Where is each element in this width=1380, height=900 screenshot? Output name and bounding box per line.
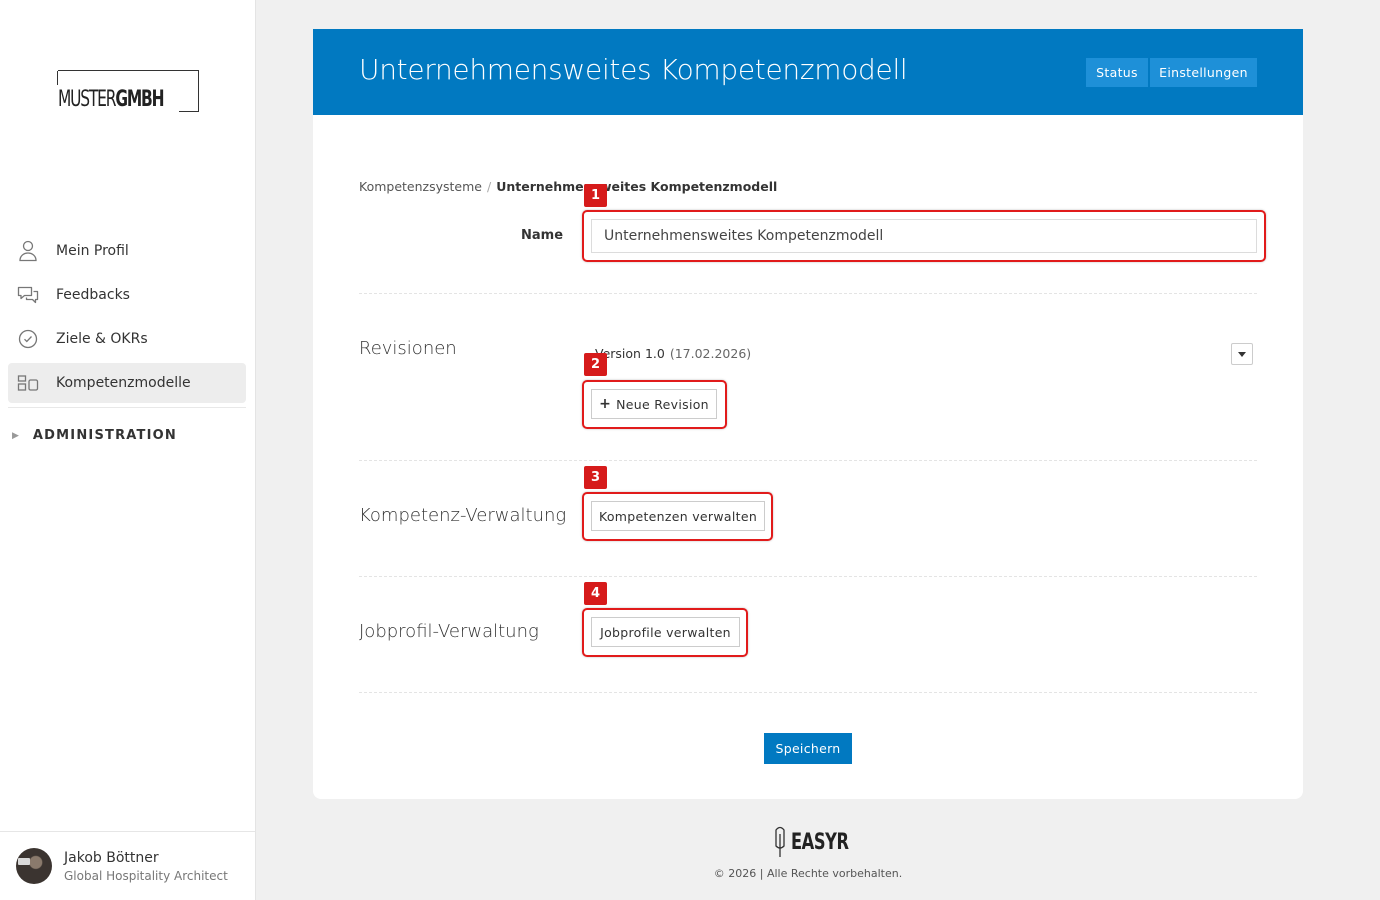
sidebar-item-label: Mein Profil: [56, 243, 129, 259]
breadcrumb-current: Unternehmensweites Kompetenzmodell: [496, 179, 778, 194]
callout-badge-4: 4: [584, 582, 607, 605]
version-info: Version 1.0 (17.02.2026): [595, 346, 751, 361]
company-logo[interactable]: MUSTERGMBH: [57, 70, 199, 112]
sidebar-divider: [8, 407, 246, 408]
version-date: (17.02.2026): [669, 346, 752, 361]
breadcrumb-link-kompetenzsysteme[interactable]: Kompetenzsysteme: [359, 179, 482, 194]
sidebar-item-mein-profil[interactable]: Mein Profil: [8, 231, 246, 271]
competence-management-title: Kompetenz-Verwaltung: [359, 505, 567, 526]
callout-frame-4: [582, 608, 748, 657]
sidebar-nav: Mein Profil Feedbacks Ziele & OKRs Kompe…: [8, 231, 246, 407]
footer-brand: EASYR: [791, 829, 849, 855]
sidebar: MUSTERGMBH Mein Profil Feedbacks Ziele &…: [0, 0, 256, 900]
settings-button[interactable]: Einstellungen: [1150, 58, 1257, 87]
page-title: Unternehmensweites Kompetenzmodell: [359, 53, 908, 86]
competence-model-icon: [16, 371, 40, 395]
footer-logo: EASYR: [773, 826, 861, 858]
callout-frame-1: [582, 210, 1266, 262]
status-button[interactable]: Status: [1086, 58, 1148, 87]
easyr-logo-icon: [773, 826, 787, 858]
section-divider: [359, 576, 1257, 577]
version-dropdown-button[interactable]: [1231, 343, 1253, 365]
sidebar-item-label: Kompetenzmodelle: [56, 375, 191, 391]
callout-frame-2: [582, 380, 727, 429]
sidebar-item-administration[interactable]: ▶ ADMINISTRATION: [12, 428, 177, 443]
user-name: Jakob Böttner: [64, 850, 159, 866]
save-button[interactable]: Speichern: [764, 733, 852, 764]
sidebar-item-feedbacks[interactable]: Feedbacks: [8, 275, 246, 315]
main-card: Unternehmensweites Kompetenzmodell Statu…: [313, 29, 1303, 799]
breadcrumb: Kompetenzsysteme / Unternehmensweites Komp…: [359, 179, 777, 194]
breadcrumb-separator: /: [486, 179, 492, 194]
user-profile[interactable]: Jakob Böttner Global Hospitality Archite…: [0, 831, 255, 900]
callout-badge-1: 1: [584, 184, 607, 207]
user-icon: [16, 239, 40, 263]
section-divider: [359, 692, 1257, 693]
logo-text-light: MUSTER: [58, 87, 116, 112]
callout-badge-2: 2: [584, 353, 607, 376]
name-label: Name: [521, 228, 564, 243]
logo-text: MUSTERGMBH: [58, 87, 165, 112]
sidebar-item-ziele-okrs[interactable]: Ziele & OKRs: [8, 319, 246, 359]
sidebar-item-label: ADMINISTRATION: [32, 428, 177, 443]
sidebar-item-label: Feedbacks: [56, 287, 130, 303]
logo-text-bold: GMBH: [115, 87, 164, 112]
callout-badge-3: 3: [584, 466, 607, 489]
check-circle-icon: [16, 327, 40, 351]
chat-bubbles-icon: [16, 283, 40, 307]
revisions-title: Revisionen: [359, 338, 457, 359]
section-divider: [359, 293, 1257, 294]
jobprofile-management-title: Jobprofil-Verwaltung: [359, 621, 539, 642]
card-header: Unternehmensweites Kompetenzmodell Statu…: [313, 29, 1303, 115]
callout-frame-3: [582, 492, 773, 541]
caret-right-icon: ▶: [12, 430, 19, 441]
footer-copyright: © 2026 | Alle Rechte vorbehalten.: [713, 867, 903, 880]
section-divider: [359, 460, 1257, 461]
sidebar-item-label: Ziele & OKRs: [56, 331, 148, 347]
sidebar-item-kompetenzmodelle[interactable]: Kompetenzmodelle: [8, 363, 246, 403]
